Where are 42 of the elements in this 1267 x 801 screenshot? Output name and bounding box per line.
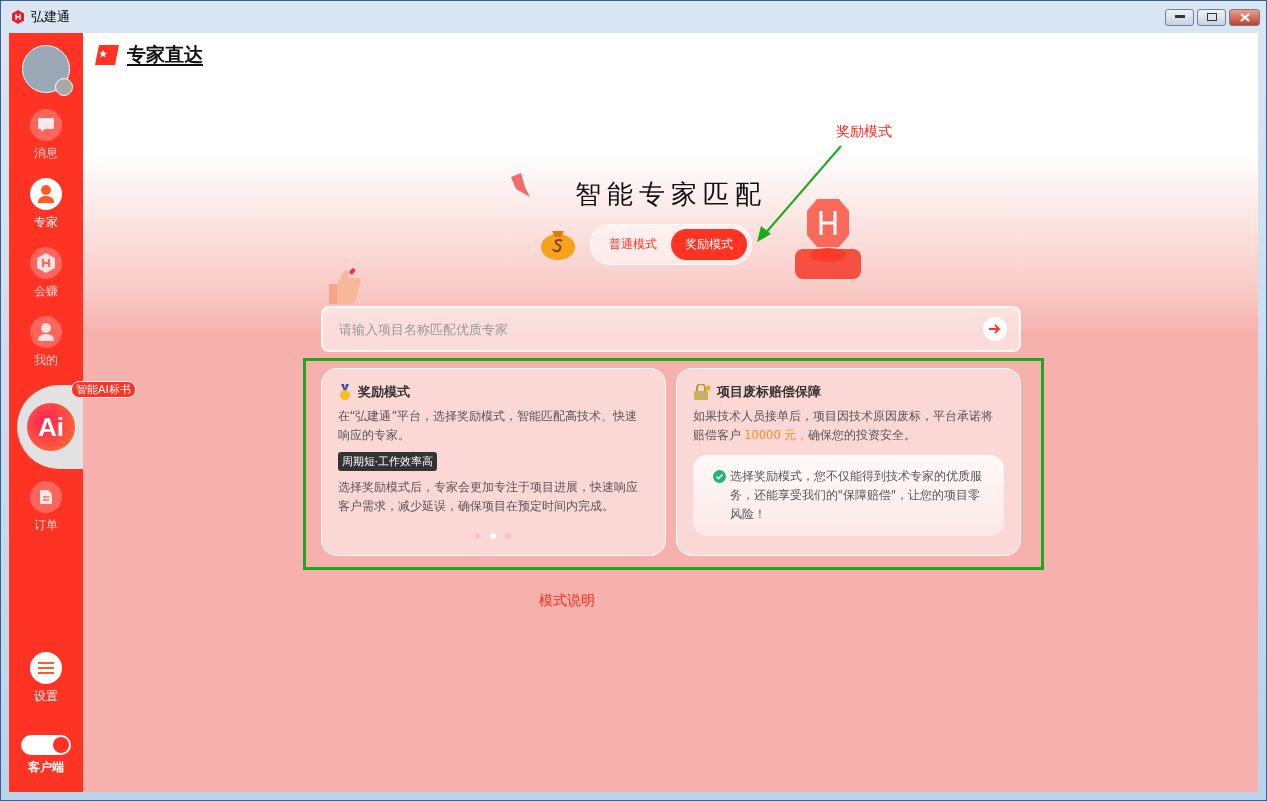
minimize-button[interactable] bbox=[1165, 8, 1194, 26]
close-icon bbox=[1239, 12, 1250, 22]
maximize-button[interactable] bbox=[1197, 8, 1226, 26]
arrow-right-icon bbox=[988, 324, 1001, 334]
card-text: 在“弘建通”平台，选择奖励模式，智能匹配高技术、快速响应的专家。 bbox=[337, 408, 639, 444]
page-title: 智能专家匹配 bbox=[574, 179, 767, 209]
settings-icon bbox=[37, 661, 55, 675]
chat-icon bbox=[37, 117, 55, 133]
client-toggle[interactable] bbox=[21, 735, 71, 755]
window-title: 弘建通 bbox=[31, 8, 70, 26]
card-text: 选择奖励模式后，专家会更加专注于项目进展，快速响应客户需求，减少延误，确保项目在预定时间内完成。 bbox=[337, 479, 639, 515]
maximize-icon bbox=[1206, 13, 1217, 21]
card-title: 奖励模式 bbox=[357, 383, 410, 401]
go-button[interactable] bbox=[982, 317, 1007, 341]
status-badge-icon bbox=[55, 78, 73, 96]
person-icon bbox=[37, 322, 55, 342]
close-button[interactable] bbox=[1229, 8, 1260, 26]
padlock-icon bbox=[692, 384, 711, 400]
lightning-icon bbox=[508, 173, 531, 199]
search-field[interactable]: 请输入项目名称匹配优质专家 bbox=[320, 306, 1021, 352]
check-circle-icon bbox=[712, 470, 726, 483]
medal-icon bbox=[337, 384, 352, 400]
document-icon bbox=[39, 489, 53, 505]
star-logo-icon bbox=[95, 45, 119, 65]
mode-tab[interactable]: 奖励模式 bbox=[670, 229, 747, 260]
nav-badge: 智能AI标书 bbox=[71, 381, 136, 398]
app-logo-icon bbox=[11, 10, 25, 24]
avatar[interactable] bbox=[22, 45, 70, 93]
mode-tab[interactable]: 普通模式 bbox=[594, 229, 671, 260]
search-input[interactable]: 请输入项目名称匹配优质专家 bbox=[336, 320, 983, 338]
feature-tag: 周期短·工作效率高 bbox=[337, 452, 437, 471]
worker-icon bbox=[37, 184, 55, 204]
shield-icon bbox=[35, 252, 57, 274]
toggle-label: 客户端 bbox=[28, 759, 64, 776]
minimize-icon bbox=[1174, 15, 1185, 19]
logo-text: 专家直达 bbox=[127, 44, 203, 66]
annotation-label: 奖励模式 bbox=[836, 123, 892, 141]
card-text: 如果技术人员接单后，项目因技术原因废标，平台承诺将赔偿客户 10000 元，确保您的投资安全。 bbox=[692, 408, 994, 444]
carousel-dot[interactable] bbox=[490, 533, 496, 539]
card-title: 项目废标赔偿保障 bbox=[716, 383, 821, 401]
note-text: 选择奖励模式，您不仅能得到技术专家的优质服务，还能享受我们的"保障赔偿"，让您的项目零风险！ bbox=[729, 468, 983, 523]
annotation-label: 模式说明 bbox=[538, 592, 595, 610]
